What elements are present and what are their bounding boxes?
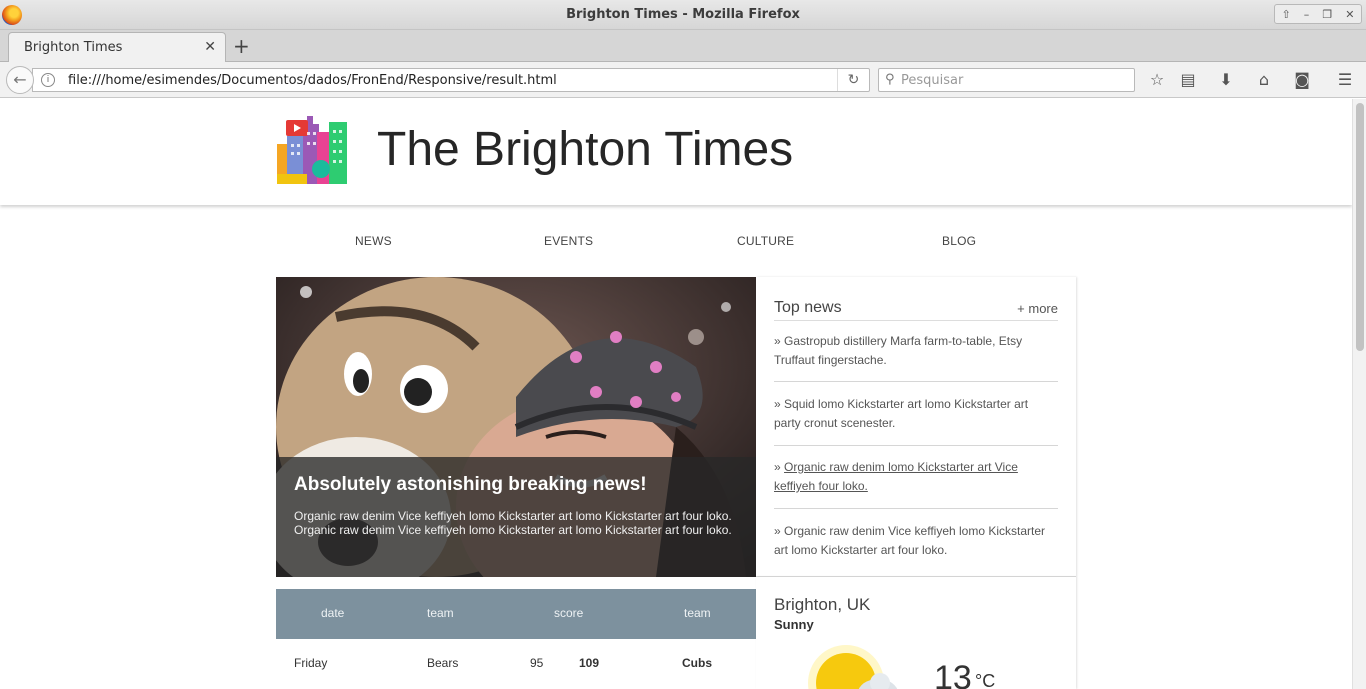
download-icon[interactable]: ⬇ [1215,70,1237,90]
site-title: The Brighton Times [377,123,794,176]
bullet-prefix: » [774,460,781,474]
window-title: Brighton Times - Mozilla Firefox [566,7,800,22]
hero-title[interactable]: Absolutely astonishing breaking news! [294,474,738,496]
bullet-prefix: » [774,397,781,411]
scrollbar-thumb[interactable] [1356,103,1364,351]
back-icon[interactable]: ← [6,66,34,94]
reload-icon[interactable]: ↻ [837,69,869,91]
top-news-header: Top news + more [774,299,1058,321]
news-item[interactable]: » Organic raw denim Vice keffiyeh lomo K… [774,522,1058,560]
nav-news[interactable]: NEWS [355,234,392,248]
top-news-title: Top news [774,299,842,316]
news-item[interactable]: » Organic raw denim lomo Kickstarter art… [774,458,1058,496]
divider [774,508,1058,509]
page-scrollbar[interactable] [1352,99,1366,689]
row-score-away: 109 [579,656,600,670]
tab-bar: Brighton Times ✕ + [0,30,1366,62]
restore-icon[interactable]: ❐ [1322,8,1332,21]
row-score-home: 95 [530,656,544,670]
tab-brighton-times[interactable]: Brighton Times ✕ [8,32,226,62]
news-item-text[interactable]: Squid lomo Kickstarter art lomo Kickstar… [774,397,1028,430]
row-team-away: Cubs [682,656,712,670]
reading-list-icon[interactable]: ▤ [1177,70,1199,90]
row-date: Friday [294,656,328,670]
main-nav: NEWS EVENTS CULTURE BLOG [276,234,1076,250]
weather-condition: Sunny [774,617,814,632]
weather-location: Brighton, UK [774,595,871,614]
tab-close-icon[interactable]: ✕ [204,39,216,55]
home-icon[interactable]: ⌂ [1253,70,1275,90]
pocket-icon[interactable]: ◙ [1291,70,1313,90]
up-icon[interactable]: ⇧ [1282,8,1291,21]
divider [774,445,1058,446]
scores-header: date team score team [276,589,756,639]
weather-unit: °C [975,671,996,689]
nav-blog[interactable]: BLOG [942,234,976,248]
news-item[interactable]: » Squid lomo Kickstarter art lomo Kickst… [774,395,1058,433]
search-bar[interactable]: ⚲ [878,68,1135,92]
bullet-prefix: » [774,334,781,348]
news-item-text[interactable]: Organic raw denim Vice keffiyeh lomo Kic… [774,524,1045,557]
bullet-prefix: » [774,524,781,538]
city-logo-icon [277,116,347,184]
weather-temperature: 13 [934,659,972,689]
hero-caption: Absolutely astonishing breaking news! Or… [276,457,756,577]
window-controls: ⇧ – ❐ ✕ [1274,4,1362,24]
close-icon[interactable]: ✕ [1345,8,1354,21]
hero-article[interactable]: Absolutely astonishing breaking news! Or… [276,277,756,577]
news-item[interactable]: » Gastropub distillery Marfa farm-to-tab… [774,332,1058,370]
news-item-text[interactable]: Gastropub distillery Marfa farm-to-table… [774,334,1022,367]
header-date: date [321,606,345,620]
divider [774,381,1058,382]
minimize-icon[interactable]: – [1304,8,1310,21]
menu-icon[interactable]: ☰ [1334,70,1356,90]
nav-culture[interactable]: CULTURE [737,234,794,248]
url-bar[interactable]: i file:///home/esimendes/Documentos/dado… [32,68,870,92]
search-icon: ⚲ [885,72,895,87]
site-header: The Brighton Times [0,99,1352,205]
weather-panel: Brighton, UK Sunny 13 °C [756,577,1076,689]
new-tab-icon[interactable]: + [233,34,250,58]
nav-events[interactable]: EVENTS [544,234,593,248]
news-item-link[interactable]: Organic raw denim lomo Kickstarter art V… [774,460,1018,493]
navigation-toolbar: i file:///home/esimendes/Documentos/dado… [0,62,1366,98]
window-titlebar: Brighton Times - Mozilla Firefox ⇧ – ❐ ✕ [0,0,1366,30]
row-team-home: Bears [427,656,459,670]
sun-cloud-icon [808,645,898,689]
scores-table: date team score team Friday Bears 95 109… [276,589,756,689]
header-team: team [427,606,454,620]
page-viewport: The Brighton Times NEWS EVENTS CULTURE B… [0,99,1352,689]
header-team: team [684,606,711,620]
top-news-panel: Top news + more » Gastropub distillery M… [756,277,1076,577]
hero-text: Organic raw denim Vice keffiyeh lomo Kic… [294,509,732,537]
bookmark-star-icon[interactable]: ☆ [1146,70,1168,90]
search-input[interactable] [901,71,1129,89]
url-text[interactable]: file:///home/esimendes/Documentos/dados/… [68,73,557,88]
tab-title: Brighton Times [24,40,123,55]
more-link[interactable]: + more [1017,301,1058,316]
info-icon[interactable]: i [41,73,55,87]
header-score: score [554,606,584,620]
